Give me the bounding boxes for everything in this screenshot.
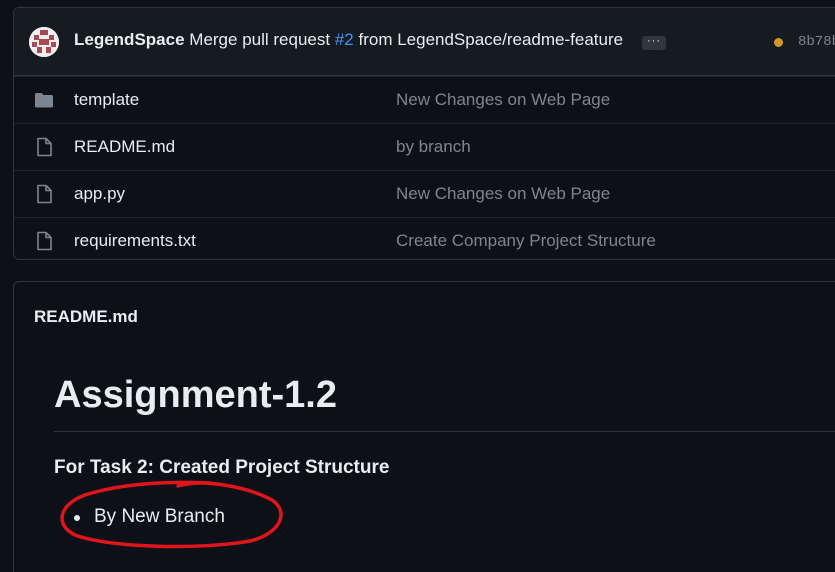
file-row[interactable]: template New Changes on Web Page <box>14 76 835 123</box>
file-commit-message-link[interactable]: Create Company Project Structure <box>396 231 656 251</box>
file-commit-message-link[interactable]: New Changes on Web Page <box>396 90 610 110</box>
author-avatar[interactable] <box>29 27 59 57</box>
repo-page: LegendSpace Merge pull request #2 from L… <box>0 0 835 572</box>
file-commit-message-link[interactable]: by branch <box>396 137 471 157</box>
file-name-link[interactable]: requirements.txt <box>74 231 196 251</box>
expand-commit-message-button[interactable]: ··· <box>642 36 666 50</box>
folder-icon <box>35 93 53 108</box>
identicon-avatar-icon <box>29 27 59 57</box>
file-browser: LegendSpace Merge pull request #2 from L… <box>13 7 835 260</box>
title-divider <box>54 431 835 432</box>
file-row[interactable]: app.py New Changes on Web Page <box>14 170 835 217</box>
bullet-icon <box>74 515 80 521</box>
file-name-link[interactable]: template <box>74 90 139 110</box>
file-commit-message-link[interactable]: New Changes on Web Page <box>396 184 610 204</box>
readme-title: Assignment-1.2 <box>54 374 337 416</box>
file-row[interactable]: README.md by branch <box>14 123 835 170</box>
commit-message-suffix[interactable]: from LegendSpace/readme-feature <box>358 30 623 49</box>
file-name-link[interactable]: app.py <box>74 184 125 204</box>
pull-request-link[interactable]: #2 <box>335 30 354 49</box>
commit-message-prefix[interactable]: Merge pull request <box>189 30 330 49</box>
latest-commit-bar: LegendSpace Merge pull request #2 from L… <box>14 8 835 76</box>
list-item-text: By New Branch <box>94 506 225 527</box>
readme-header-link[interactable]: README.md <box>34 307 138 327</box>
file-name-link[interactable]: README.md <box>74 137 175 157</box>
commit-author-link[interactable]: LegendSpace <box>74 30 185 49</box>
commit-status-icon[interactable] <box>774 38 783 47</box>
file-icon <box>37 137 52 157</box>
commit-hash-link[interactable]: 8b78b <box>798 34 835 50</box>
readme-list: By New Branch <box>54 506 225 528</box>
file-row[interactable]: requirements.txt Create Company Project … <box>14 217 835 259</box>
readme-panel: README.md Assignment-1.2 For Task 2: Cre… <box>13 281 835 572</box>
file-icon <box>37 184 52 204</box>
list-item: By New Branch <box>54 506 225 528</box>
file-icon <box>37 231 52 251</box>
commit-message: LegendSpace Merge pull request #2 from L… <box>74 30 623 50</box>
readme-subtitle: For Task 2: Created Project Structure <box>54 457 390 478</box>
